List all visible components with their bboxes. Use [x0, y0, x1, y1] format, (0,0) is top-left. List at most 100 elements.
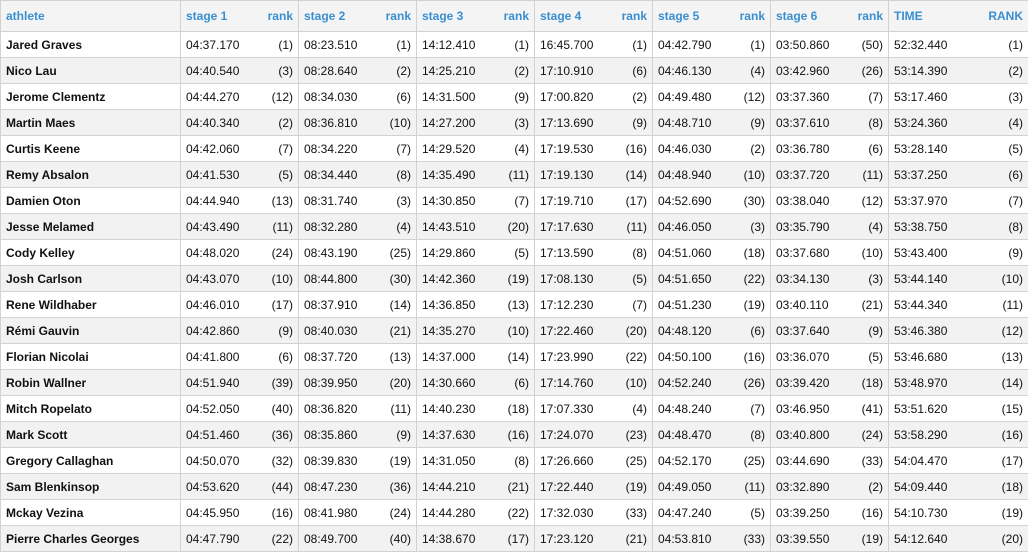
- table-row: Nico Lau04:40.540(3)08:28.640(2)14:25.21…: [1, 58, 1028, 84]
- header-stage-6[interactable]: stage 6: [771, 1, 849, 32]
- table-row: Mitch Ropelato04:52.050(40)08:36.820(11)…: [1, 396, 1028, 422]
- stage-1-rank: (7): [259, 136, 299, 162]
- stage-6-rank: (6): [849, 136, 889, 162]
- stage-4-rank: (6): [613, 58, 653, 84]
- header-stage-4[interactable]: stage 4: [535, 1, 613, 32]
- total-time: 54:04.470: [889, 448, 979, 474]
- header-stage-2[interactable]: stage 2: [299, 1, 377, 32]
- stage-4-rank: (9): [613, 110, 653, 136]
- total-rank: (8): [979, 214, 1028, 240]
- stage-4-time: 17:22.440: [535, 474, 613, 500]
- stage-2-time: 08:34.440: [299, 162, 377, 188]
- header-stage-6-rank[interactable]: rank: [849, 1, 889, 32]
- header-stage-2-rank[interactable]: rank: [377, 1, 417, 32]
- total-time: 53:44.340: [889, 292, 979, 318]
- stage-6-time: 03:40.110: [771, 292, 849, 318]
- total-rank: (10): [979, 266, 1028, 292]
- total-time: 53:46.380: [889, 318, 979, 344]
- stage-1-rank: (13): [259, 188, 299, 214]
- stage-2-rank: (24): [377, 500, 417, 526]
- athlete-name: Curtis Keene: [1, 136, 181, 162]
- stage-1-time: 04:45.950: [181, 500, 259, 526]
- total-rank: (7): [979, 188, 1028, 214]
- table-row: Jesse Melamed04:43.490(11)08:32.280(4)14…: [1, 214, 1028, 240]
- stage-2-time: 08:35.860: [299, 422, 377, 448]
- stage-4-time: 17:19.710: [535, 188, 613, 214]
- athlete-name: Mark Scott: [1, 422, 181, 448]
- stage-5-rank: (10): [731, 162, 771, 188]
- stage-6-time: 03:42.960: [771, 58, 849, 84]
- stage-5-rank: (25): [731, 448, 771, 474]
- stage-4-time: 17:24.070: [535, 422, 613, 448]
- stage-3-rank: (16): [495, 422, 535, 448]
- table-row: Curtis Keene04:42.060(7)08:34.220(7)14:2…: [1, 136, 1028, 162]
- stage-3-rank: (21): [495, 474, 535, 500]
- athlete-name: Florian Nicolai: [1, 344, 181, 370]
- stage-3-time: 14:30.660: [417, 370, 495, 396]
- stage-5-time: 04:50.100: [653, 344, 731, 370]
- stage-2-rank: (25): [377, 240, 417, 266]
- stage-4-rank: (16): [613, 136, 653, 162]
- header-stage-3[interactable]: stage 3: [417, 1, 495, 32]
- stage-4-time: 17:12.230: [535, 292, 613, 318]
- stage-2-rank: (1): [377, 32, 417, 58]
- header-total-time[interactable]: TIME: [889, 1, 979, 32]
- table-row: Jared Graves04:37.170(1)08:23.510(1)14:1…: [1, 32, 1028, 58]
- stage-3-time: 14:25.210: [417, 58, 495, 84]
- athlete-name: Damien Oton: [1, 188, 181, 214]
- stage-4-rank: (10): [613, 370, 653, 396]
- stage-6-time: 03:39.550: [771, 526, 849, 552]
- header-stage-5-rank[interactable]: rank: [731, 1, 771, 32]
- table-row: Remy Absalon04:41.530(5)08:34.440(8)14:3…: [1, 162, 1028, 188]
- stage-6-rank: (12): [849, 188, 889, 214]
- stage-2-time: 08:44.800: [299, 266, 377, 292]
- stage-4-rank: (14): [613, 162, 653, 188]
- table-row: Jerome Clementz04:44.270(12)08:34.030(6)…: [1, 84, 1028, 110]
- stage-2-time: 08:43.190: [299, 240, 377, 266]
- stage-3-rank: (22): [495, 500, 535, 526]
- stage-2-time: 08:40.030: [299, 318, 377, 344]
- header-total-rank[interactable]: RANK: [979, 1, 1028, 32]
- stage-6-time: 03:37.610: [771, 110, 849, 136]
- stage-4-rank: (19): [613, 474, 653, 500]
- stage-5-time: 04:46.050: [653, 214, 731, 240]
- stage-6-rank: (21): [849, 292, 889, 318]
- header-stage-1[interactable]: stage 1: [181, 1, 259, 32]
- stage-4-time: 17:19.530: [535, 136, 613, 162]
- stage-1-time: 04:41.800: [181, 344, 259, 370]
- stage-6-rank: (26): [849, 58, 889, 84]
- stage-1-time: 04:53.620: [181, 474, 259, 500]
- stage-1-time: 04:50.070: [181, 448, 259, 474]
- stage-3-time: 14:12.410: [417, 32, 495, 58]
- stage-3-rank: (5): [495, 240, 535, 266]
- table-row: Florian Nicolai04:41.800(6)08:37.720(13)…: [1, 344, 1028, 370]
- stage-2-rank: (30): [377, 266, 417, 292]
- stage-3-rank: (2): [495, 58, 535, 84]
- stage-3-time: 14:37.000: [417, 344, 495, 370]
- header-stage-5[interactable]: stage 5: [653, 1, 731, 32]
- stage-6-rank: (41): [849, 396, 889, 422]
- header-stage-4-rank[interactable]: rank: [613, 1, 653, 32]
- results-body: Jared Graves04:37.170(1)08:23.510(1)14:1…: [1, 32, 1028, 552]
- table-row: Rene Wildhaber04:46.010(17)08:37.910(14)…: [1, 292, 1028, 318]
- stage-4-rank: (23): [613, 422, 653, 448]
- stage-3-time: 14:40.230: [417, 396, 495, 422]
- stage-5-rank: (26): [731, 370, 771, 396]
- stage-6-time: 03:35.790: [771, 214, 849, 240]
- header-stage-1-rank[interactable]: rank: [259, 1, 299, 32]
- total-rank: (13): [979, 344, 1028, 370]
- stage-6-time: 03:39.250: [771, 500, 849, 526]
- athlete-name: Martin Maes: [1, 110, 181, 136]
- athlete-name: Pierre Charles Georges: [1, 526, 181, 552]
- stage-6-time: 03:38.040: [771, 188, 849, 214]
- stage-1-time: 04:42.060: [181, 136, 259, 162]
- header-athlete[interactable]: athlete: [1, 1, 181, 32]
- stage-3-rank: (9): [495, 84, 535, 110]
- stage-4-rank: (11): [613, 214, 653, 240]
- stage-3-rank: (17): [495, 526, 535, 552]
- stage-1-rank: (39): [259, 370, 299, 396]
- stage-1-rank: (1): [259, 32, 299, 58]
- stage-2-time: 08:49.700: [299, 526, 377, 552]
- header-stage-3-rank[interactable]: rank: [495, 1, 535, 32]
- stage-1-time: 04:47.790: [181, 526, 259, 552]
